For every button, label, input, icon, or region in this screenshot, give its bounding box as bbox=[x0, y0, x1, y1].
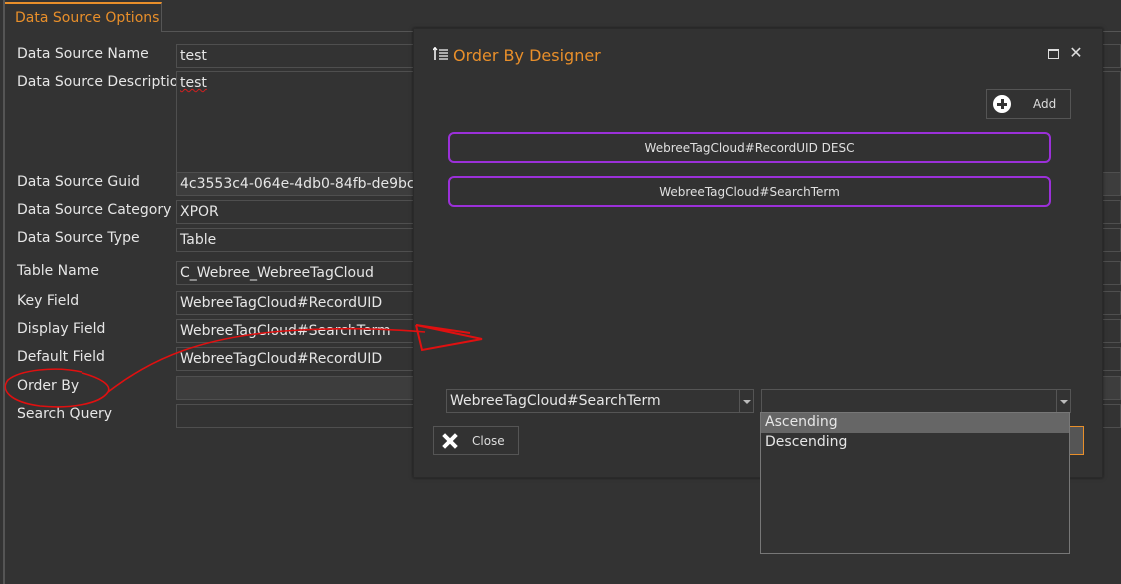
label-order-by: Order By bbox=[17, 378, 80, 394]
plus-circle-icon bbox=[993, 95, 1011, 113]
description-text: test bbox=[180, 75, 207, 91]
tab-label: Data Source Options bbox=[15, 10, 160, 26]
label-search-query: Search Query bbox=[17, 406, 113, 422]
order-item[interactable]: WebreeTagCloud#RecordUID DESC bbox=[448, 132, 1051, 163]
chevron-down-icon[interactable] bbox=[1056, 390, 1070, 412]
close-icon[interactable]: ✕ bbox=[1068, 45, 1084, 61]
dialog-title: Order By Designer bbox=[453, 46, 601, 65]
label-table-name: Table Name bbox=[17, 263, 99, 279]
direction-select[interactable] bbox=[761, 389, 1071, 413]
label-data-source-name: Data Source Name bbox=[17, 46, 149, 62]
confirm-button-obscured[interactable] bbox=[1069, 426, 1084, 455]
field-select-value: WebreeTagCloud#SearchTerm bbox=[450, 393, 661, 409]
direction-dropdown-list: Ascending Descending bbox=[760, 412, 1070, 554]
close-x-icon bbox=[442, 433, 458, 449]
close-button-label: Close bbox=[472, 433, 505, 448]
dropdown-option-ascending[interactable]: Ascending bbox=[761, 413, 1069, 433]
order-item[interactable]: WebreeTagCloud#SearchTerm bbox=[448, 176, 1051, 207]
label-key-field: Key Field bbox=[17, 293, 80, 309]
add-button[interactable]: Add bbox=[986, 89, 1071, 119]
label-data-source-description: Data Source Description bbox=[17, 74, 188, 90]
chevron-down-icon[interactable] bbox=[739, 390, 753, 412]
label-display-field: Display Field bbox=[17, 321, 106, 337]
label-data-source-category: Data Source Category bbox=[17, 202, 172, 218]
sort-list-icon bbox=[433, 47, 448, 60]
field-select[interactable]: WebreeTagCloud#SearchTerm bbox=[446, 389, 754, 413]
label-default-field: Default Field bbox=[17, 349, 105, 365]
label-data-source-guid: Data Source Guid bbox=[17, 174, 140, 190]
window-border bbox=[3, 0, 5, 584]
close-button[interactable]: Close bbox=[433, 426, 519, 455]
tab-data-source-options[interactable]: Data Source Options bbox=[5, 2, 162, 32]
maximize-icon[interactable] bbox=[1045, 45, 1061, 61]
order-by-designer-dialog: Order By Designer ✕ Add WebreeTagCloud#R… bbox=[413, 28, 1103, 478]
dropdown-option-descending[interactable]: Descending bbox=[761, 433, 1069, 453]
label-data-source-type: Data Source Type bbox=[17, 230, 140, 246]
add-button-label: Add bbox=[1033, 97, 1057, 111]
